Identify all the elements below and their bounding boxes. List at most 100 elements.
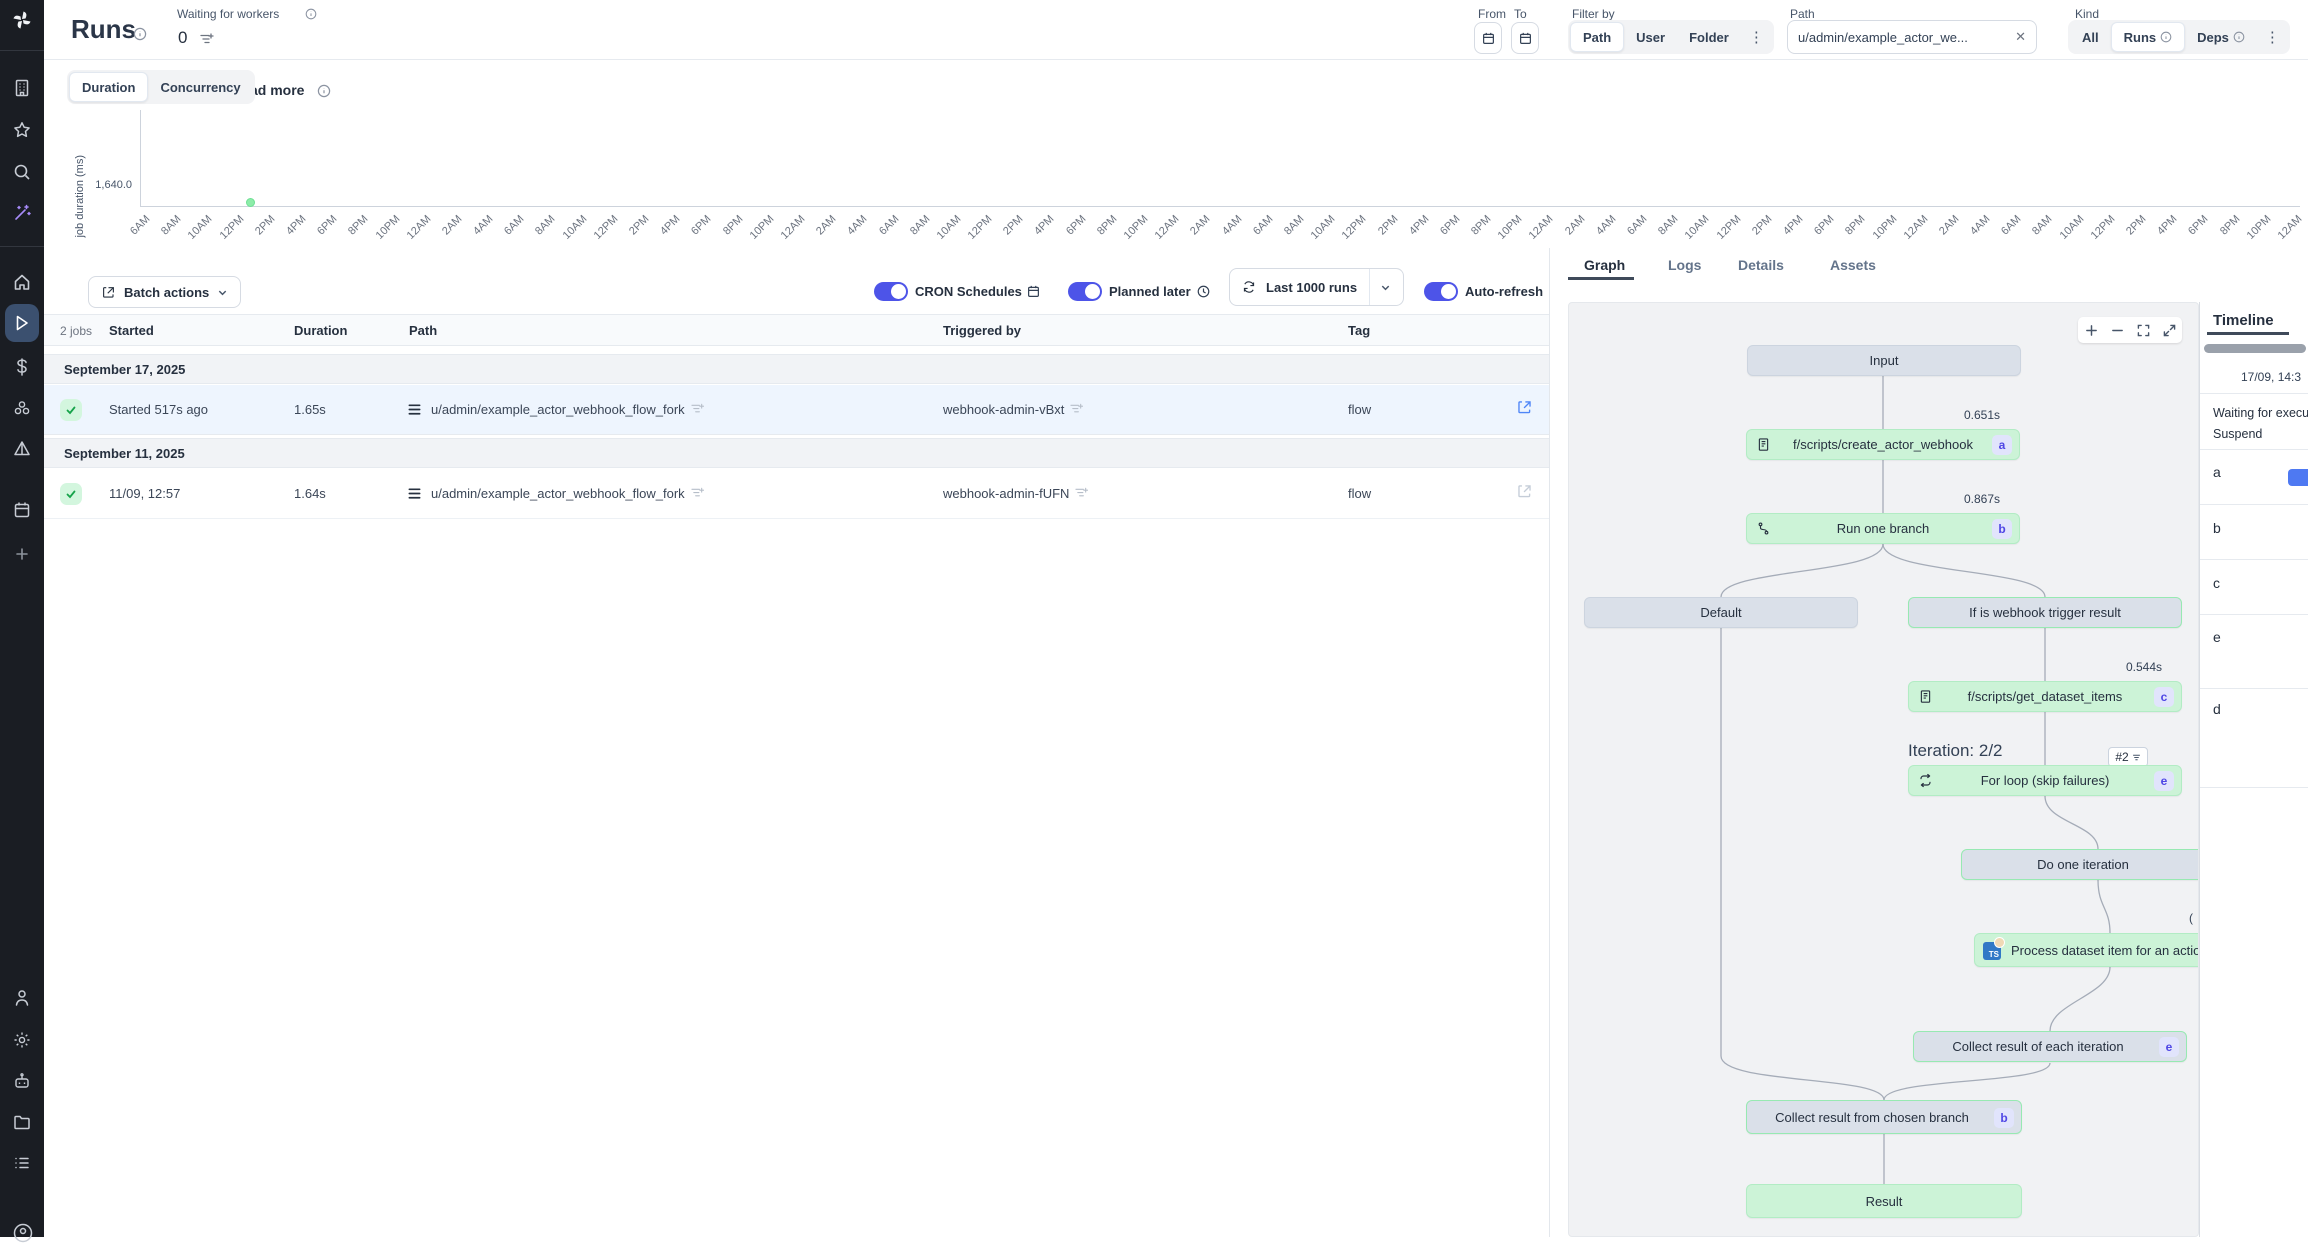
jobs-count: 2 jobs <box>60 324 92 338</box>
path-filter-input[interactable]: u/admin/example_actor_we... ✕ <box>1787 20 2037 54</box>
scripts-icon[interactable] <box>12 78 32 98</box>
add-plus-icon[interactable] <box>12 544 32 564</box>
planned-later-clock-icon <box>1196 284 1211 299</box>
flow-graph-canvas[interactable]: Input 0.651s f/scripts/create_actor_webh… <box>1568 302 2199 1237</box>
settings-gear-icon[interactable] <box>12 1030 32 1050</box>
path-filter-funnel-icon[interactable] <box>691 403 704 415</box>
workers-icon[interactable] <box>12 398 32 418</box>
flow-node-get-dataset-items[interactable]: f/scripts/get_dataset_items c <box>1908 681 2182 712</box>
col-tag[interactable]: Tag <box>1348 323 1370 338</box>
flow-node-result[interactable]: Result <box>1746 1184 2022 1218</box>
planned-later-toggle[interactable] <box>1068 282 1102 301</box>
node-duration: 0.651s <box>1964 408 2000 422</box>
trigger-filter-funnel-icon[interactable] <box>1075 487 1088 499</box>
flow-node-for-loop[interactable]: For loop (skip failures) e <box>1908 765 2182 796</box>
col-duration[interactable]: Duration <box>294 323 347 338</box>
run-path[interactable]: u/admin/example_actor_webhook_flow_fork <box>431 402 704 417</box>
runs-window-chevron[interactable] <box>1369 269 1391 305</box>
search-icon[interactable] <box>12 162 32 182</box>
schedules-calendar-icon[interactable] <box>12 500 32 520</box>
tab-assets[interactable]: Assets <box>1830 257 1876 273</box>
col-started[interactable]: Started <box>109 323 154 338</box>
workers-filter-icon[interactable] <box>200 33 214 45</box>
flow-node-default-branch[interactable]: Default <box>1584 597 1858 628</box>
flow-node-collect-iteration[interactable]: Collect result of each iteration e <box>1913 1031 2187 1062</box>
timeline-progress-bar[interactable] <box>2204 344 2306 353</box>
runs-nav-selected[interactable] <box>5 304 39 342</box>
windmill-logo-icon[interactable] <box>10 8 34 32</box>
flow-node-collect-branch[interactable]: Collect result from chosen branch b <box>1746 1100 2022 1134</box>
run-triggered-by[interactable]: webhook-admin-fUFN <box>943 486 1088 501</box>
auto-refresh-toggle[interactable] <box>1424 282 1458 301</box>
tab-filter-user[interactable]: User <box>1624 22 1677 52</box>
flow-node-process-dataset-item[interactable]: TS Process dataset item for an action <box>1974 933 2199 967</box>
run-triggered-by[interactable]: webhook-admin-vBxt <box>943 402 1083 417</box>
trigger-filter-funnel-icon[interactable] <box>1070 403 1083 415</box>
tab-filter-folder[interactable]: Folder <box>1677 22 1741 52</box>
x-axis-tick: 12AM <box>2244 213 2305 274</box>
robot-worker-icon[interactable] <box>12 1071 32 1091</box>
tab-details[interactable]: Details <box>1738 257 1784 273</box>
tab-concurrency[interactable]: Concurrency <box>148 72 252 102</box>
header-divider <box>44 59 2308 60</box>
runs-info-icon[interactable] <box>133 27 147 41</box>
timeline-row-d[interactable]: d <box>2213 701 2221 717</box>
resources-prism-icon[interactable] <box>12 439 32 459</box>
timeline-row-e[interactable]: e <box>2213 629 2221 645</box>
batch-actions-button[interactable]: Batch actions <box>88 276 241 308</box>
open-run-external-icon[interactable] <box>1516 483 1533 500</box>
home-icon[interactable] <box>12 272 32 292</box>
col-path[interactable]: Path <box>409 323 437 338</box>
open-run-external-icon[interactable] <box>1516 399 1533 416</box>
load-more-link[interactable]: ad more <box>250 82 304 98</box>
iteration-selector-chip[interactable]: #2 <box>2108 747 2148 767</box>
load-more-info-icon[interactable] <box>317 84 331 98</box>
zoom-in-icon[interactable] <box>2085 324 2098 337</box>
planned-later-label: Planned later <box>1109 284 1191 299</box>
flow-node-create-actor-webhook[interactable]: f/scripts/create_actor_webhook a <box>1746 429 2020 460</box>
run-row[interactable]: 11/09, 12:57 1.64s u/admin/example_actor… <box>44 469 1549 519</box>
ai-wand-icon[interactable] <box>12 203 32 223</box>
tab-graph[interactable]: Graph <box>1584 257 1625 273</box>
tab-kind-deps[interactable]: Deps <box>2185 22 2257 52</box>
fullscreen-icon[interactable] <box>2163 324 2176 337</box>
favorites-star-icon[interactable] <box>12 120 32 140</box>
flow-node-if-webhook-branch[interactable]: If is webhook trigger result <box>1908 597 2182 628</box>
clear-path-icon[interactable]: ✕ <box>2015 29 2026 45</box>
tab-duration[interactable]: Duration <box>69 72 148 102</box>
timeline-row-a[interactable]: a <box>2213 464 2221 480</box>
run-path[interactable]: u/admin/example_actor_webhook_flow_fork <box>431 486 704 501</box>
zoom-out-icon[interactable] <box>2111 324 2124 337</box>
runs-window-dropdown[interactable]: Last 1000 runs <box>1229 268 1404 306</box>
run-tag: flow <box>1348 486 1371 501</box>
account-circle-icon[interactable] <box>12 1222 32 1242</box>
folders-icon[interactable] <box>12 1112 32 1132</box>
flow-node-do-one-iteration[interactable]: Do one iteration <box>1961 849 2199 880</box>
col-triggered-by[interactable]: Triggered by <box>943 323 1021 338</box>
timeline-row-b[interactable]: b <box>2213 520 2221 536</box>
tab-kind-all[interactable]: All <box>2070 22 2111 52</box>
cron-calendar-icon <box>1026 284 1041 299</box>
from-date-button[interactable] <box>1474 22 1502 54</box>
path-filter-funnel-icon[interactable] <box>691 487 704 499</box>
flow-node-input[interactable]: Input <box>1747 345 2021 376</box>
timeline-row-c[interactable]: c <box>2213 575 2220 591</box>
kind-kebab-menu[interactable]: ⋮ <box>2257 28 2288 46</box>
waiting-workers-info-icon[interactable] <box>305 8 317 20</box>
graph-zoom-controls <box>2078 317 2182 343</box>
user-icon[interactable] <box>12 988 32 1008</box>
tab-kind-runs-label: Runs <box>2124 30 2157 45</box>
flow-node-run-one-branch[interactable]: Run one branch b <box>1746 513 2020 544</box>
audit-logs-icon[interactable] <box>12 1153 32 1173</box>
to-date-button[interactable] <box>1511 22 1539 54</box>
tab-kind-runs[interactable]: Runs <box>2111 22 2186 52</box>
timeline-bar-a[interactable] <box>2288 469 2308 486</box>
fit-view-icon[interactable] <box>2137 324 2150 337</box>
chart-data-point[interactable] <box>246 198 255 207</box>
filter-by-kebab-menu[interactable]: ⋮ <box>1741 28 1772 46</box>
cron-schedules-toggle[interactable] <box>874 282 908 301</box>
tab-filter-path[interactable]: Path <box>1570 22 1624 52</box>
run-row-selected[interactable]: Started 517s ago 1.65s u/admin/example_a… <box>44 385 1549 435</box>
usage-dollar-icon[interactable] <box>12 357 32 377</box>
tab-logs[interactable]: Logs <box>1668 257 1701 273</box>
